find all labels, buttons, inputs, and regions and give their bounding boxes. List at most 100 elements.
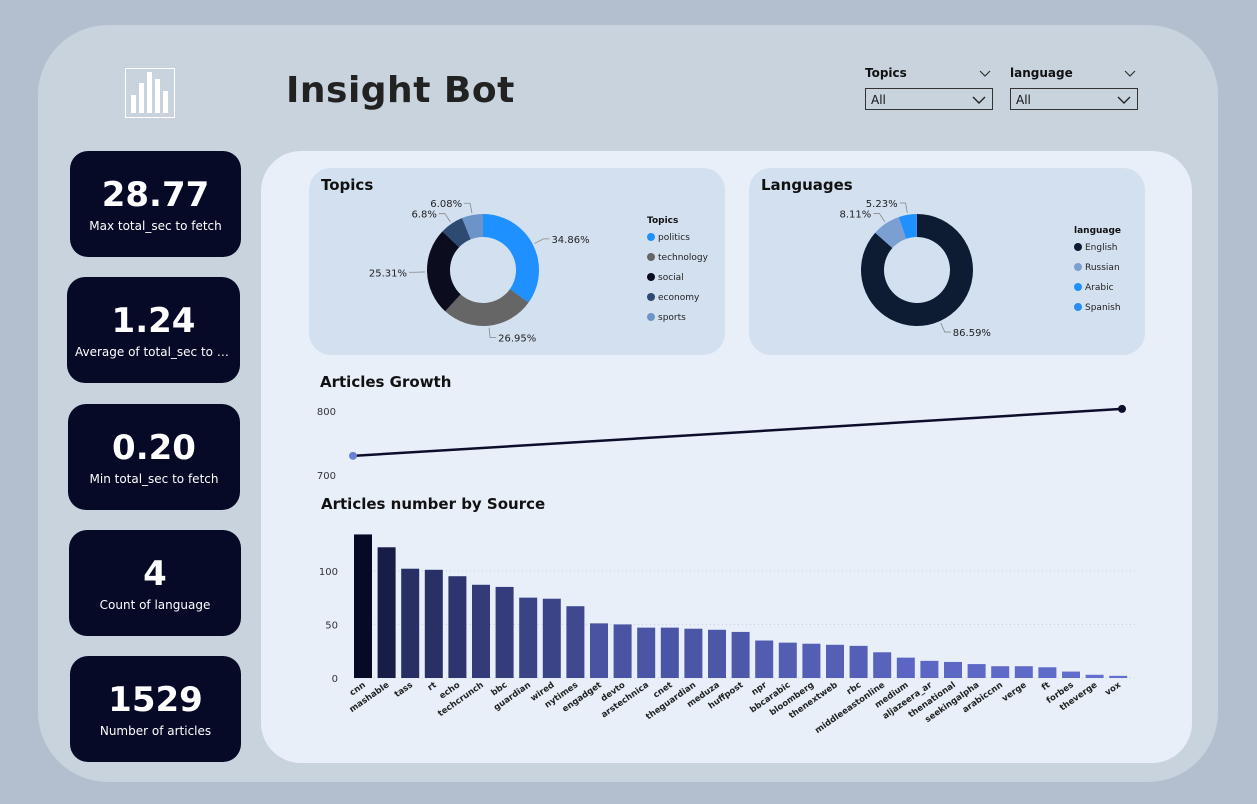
donut-label-politics: 34.86% [551,235,589,246]
topics-filter-label: Topics [865,66,907,80]
topics-chart-card: Topics 34.86% 26.95% 25.31% 6.8% 6.08% Topics… [309,168,725,355]
donut-label-English: 86.59% [953,328,991,339]
bar-bbcarabic[interactable] [778,642,797,678]
donut-label-economy: 6.8% [411,210,436,221]
bar-forbes[interactable] [1062,671,1080,678]
chevron-down-icon[interactable] [1117,94,1131,108]
bar-seekingalpha[interactable] [967,664,986,678]
legend-item-sports[interactable]: sports [658,313,686,323]
y-tick-label: 800 [317,407,336,418]
chevron-down-icon[interactable] [979,67,991,81]
legend-item-technology[interactable]: technology [658,253,709,263]
legend-swatch-social [647,273,655,281]
legend-swatch-economy [647,293,655,301]
bar-ft[interactable] [1038,667,1057,678]
chevron-down-icon[interactable] [1124,67,1136,81]
legend-swatch-Russian [1074,263,1082,271]
growth-line [352,407,1123,458]
legend-item-social[interactable]: social [658,273,684,283]
bar-aljazeera_ar[interactable] [920,660,939,678]
donut-label-Arabic: 5.23% [866,199,898,210]
kpi-card-min-fetch: 0.20 Min total_sec to fetch [68,404,240,510]
kpi-card-avg-fetch: 1.24 Average of total_sec to fetch [67,277,240,383]
x-tick-label: vox [1103,680,1123,698]
bar-guardian[interactable] [519,597,538,678]
kpi-label: Min total_sec to fetch [89,472,219,486]
language-filter-label: language [1010,66,1073,80]
legend-swatch-politics [647,233,655,241]
bar-cnet[interactable] [660,627,679,678]
bar-npr[interactable] [755,640,774,679]
legend-item-Spanish[interactable]: Spanish [1085,303,1121,313]
legend-item-economy[interactable]: economy [658,293,700,303]
kpi-label: Number of articles [99,724,212,738]
bar-thenational[interactable] [944,661,962,678]
bar-arstechnica[interactable] [637,627,656,678]
kpi-value: 28.77 [101,175,210,215]
topics-select-value: All [871,93,886,107]
legend-title: language [1074,226,1121,236]
bar-huffpost[interactable] [731,631,750,678]
kpi-card-language-count: 4 Count of language [69,530,241,636]
donut-slice-politics[interactable] [483,214,539,303]
kpi-value: 4 [143,554,167,594]
x-tick-label: tass [393,680,415,700]
bar-bloomberg[interactable] [802,643,821,678]
bar-wired[interactable] [542,598,561,678]
growth-point[interactable] [1118,404,1126,413]
legend-swatch-English [1074,243,1082,251]
donut-label-Russian: 8.11% [840,209,872,220]
bar-engadget[interactable] [590,623,608,678]
bar-theguardian[interactable] [684,628,703,678]
languages-donut-chart: 86.59% 8.11%5.23% language English Russian Ar… [840,199,1122,339]
y-tick-label: 50 [325,620,338,631]
legend-item-English[interactable]: English [1085,243,1118,253]
bar-rbc[interactable] [849,645,868,678]
x-tick-label: verge [1000,680,1028,704]
topics-donut-chart: 34.86% 26.95% 25.31% 6.8%6.08% Topics politic… [369,199,709,345]
bar-chart-logo-icon [125,68,175,118]
donut-label-technology: 26.95% [498,334,536,345]
bar-tass[interactable] [401,568,420,678]
bar-bbc[interactable] [495,586,514,678]
topics-filter[interactable]: Topics All [865,66,993,110]
bar-devto[interactable] [613,624,632,678]
legend-item-politics[interactable]: politics [658,233,690,243]
topics-select[interactable]: All [865,88,993,110]
bar-mashable[interactable] [377,547,396,678]
growth-chart-title: Articles Growth [320,373,452,391]
growth-point[interactable] [349,451,357,460]
source-chart-title: Articles number by Source [321,495,546,513]
kpi-label: Max total_sec to fetch [89,219,222,233]
donut-label-social: 25.31% [369,268,407,279]
page-title: Insight Bot [286,70,515,111]
bar-theverge[interactable] [1085,674,1104,678]
bar-cnn[interactable] [354,534,372,678]
bar-techcrunch[interactable] [472,584,490,678]
bar-nytimes[interactable] [566,606,585,678]
donut-label-sports: 6.08% [430,199,462,210]
kpi-value: 0.20 [112,428,196,468]
y-tick-label: 0 [332,674,338,685]
language-select[interactable]: All [1010,88,1138,110]
bar-echo[interactable] [448,576,467,678]
bar-rt[interactable] [424,569,443,678]
kpi-card-article-count: 1529 Number of articles [70,656,241,762]
bar-thenextweb[interactable] [826,644,844,678]
legend-swatch-sports [647,313,655,321]
bar-vox[interactable] [1109,675,1128,678]
language-filter[interactable]: language All [1010,66,1138,110]
chevron-down-icon[interactable] [972,94,986,108]
legend-item-Russian[interactable]: Russian [1085,263,1120,273]
x-tick-label: rt [426,680,439,693]
articles-growth-line-chart: 700 800 [317,404,1126,482]
y-tick-label: 700 [317,471,336,482]
bar-meduza[interactable] [708,629,726,678]
bar-medium[interactable] [896,657,915,678]
kpi-value: 1529 [108,680,203,720]
bar-verge[interactable] [1014,666,1033,678]
bar-arabiccnn[interactable] [991,666,1010,678]
legend-item-Arabic[interactable]: Arabic [1085,283,1114,293]
bar-middleeastonline[interactable] [873,652,892,678]
language-select-value: All [1016,93,1031,107]
